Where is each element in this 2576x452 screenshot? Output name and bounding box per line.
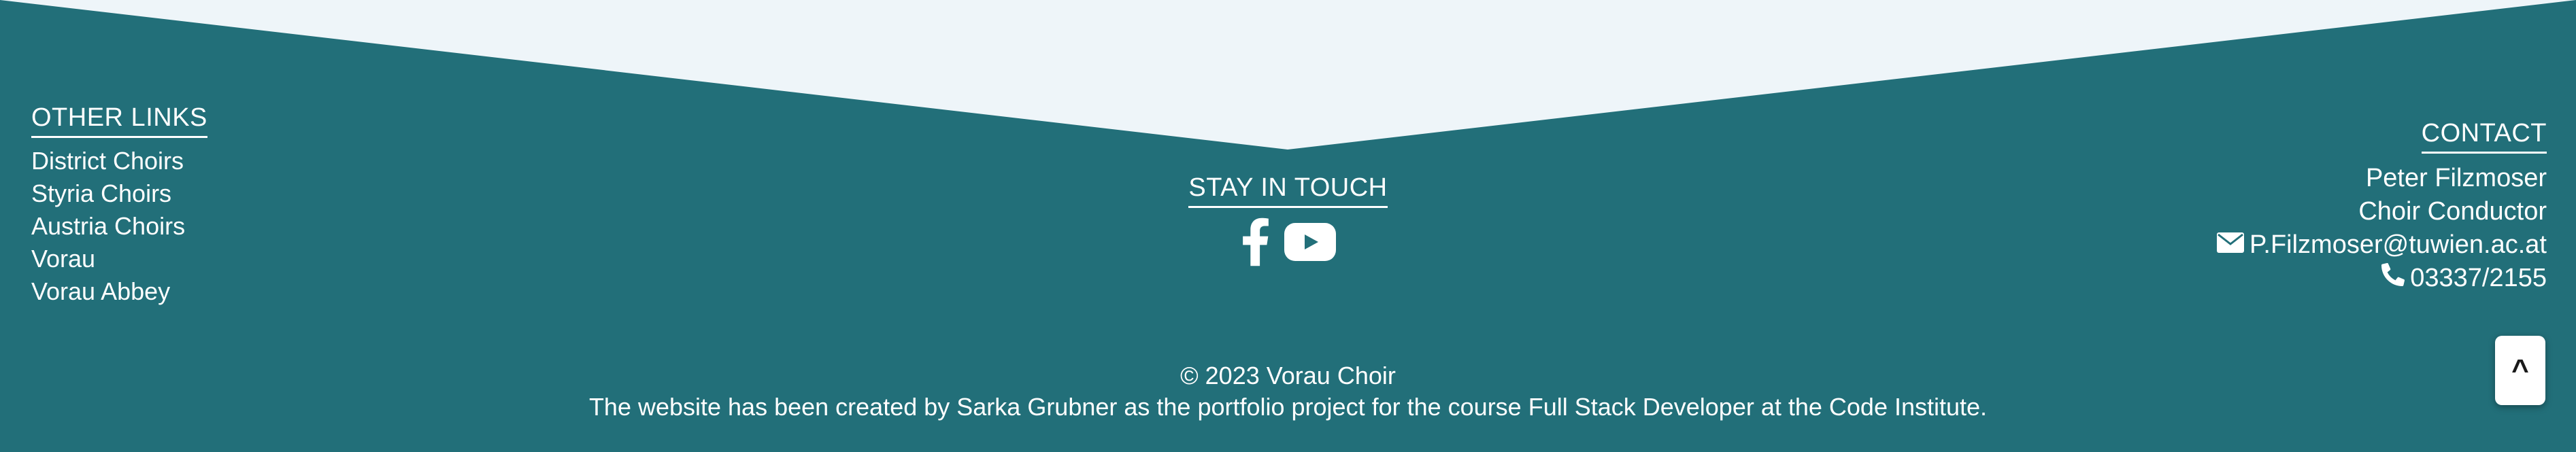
contact-name: Peter Filzmoser	[2365, 163, 2547, 192]
stay-in-touch-section: STAY IN TOUCH	[0, 173, 2576, 266]
credit-text: The website has been created by Sarka Gr…	[588, 393, 1988, 421]
background-wedge	[0, 0, 2576, 150]
facebook-icon[interactable]	[1241, 218, 1271, 266]
envelope-icon	[2216, 228, 2244, 262]
other-links-heading: OTHER LINKS	[31, 103, 207, 138]
footer-credits: © 2023 Vorau Choir The website has been …	[0, 360, 2576, 423]
contact-phone[interactable]: 03337/2155	[2410, 262, 2547, 295]
contact-heading: CONTACT	[2421, 119, 2547, 154]
phone-icon	[2381, 262, 2405, 295]
social-links	[0, 218, 2576, 266]
contact-section: CONTACT Peter Filzmoser Choir Conductor …	[2216, 119, 2547, 295]
youtube-icon[interactable]	[1284, 222, 1336, 261]
contact-details: Peter Filzmoser Choir Conductor P.Filzmo…	[2216, 162, 2547, 295]
contact-email-row[interactable]: P.Filzmoser@tuwien.ac.at	[2216, 228, 2547, 262]
link-district-choirs[interactable]: District Choirs	[31, 145, 207, 177]
link-vorau-abbey[interactable]: Vorau Abbey	[31, 275, 207, 308]
stay-in-touch-heading: STAY IN TOUCH	[1188, 173, 1388, 208]
copyright-text: © 2023 Vorau Choir	[1180, 362, 1396, 389]
scroll-to-top-button[interactable]: ^	[2495, 336, 2545, 405]
contact-email[interactable]: P.Filzmoser@tuwien.ac.at	[2249, 228, 2547, 262]
contact-role: Choir Conductor	[2358, 196, 2547, 226]
contact-phone-row[interactable]: 03337/2155	[2217, 262, 2547, 295]
